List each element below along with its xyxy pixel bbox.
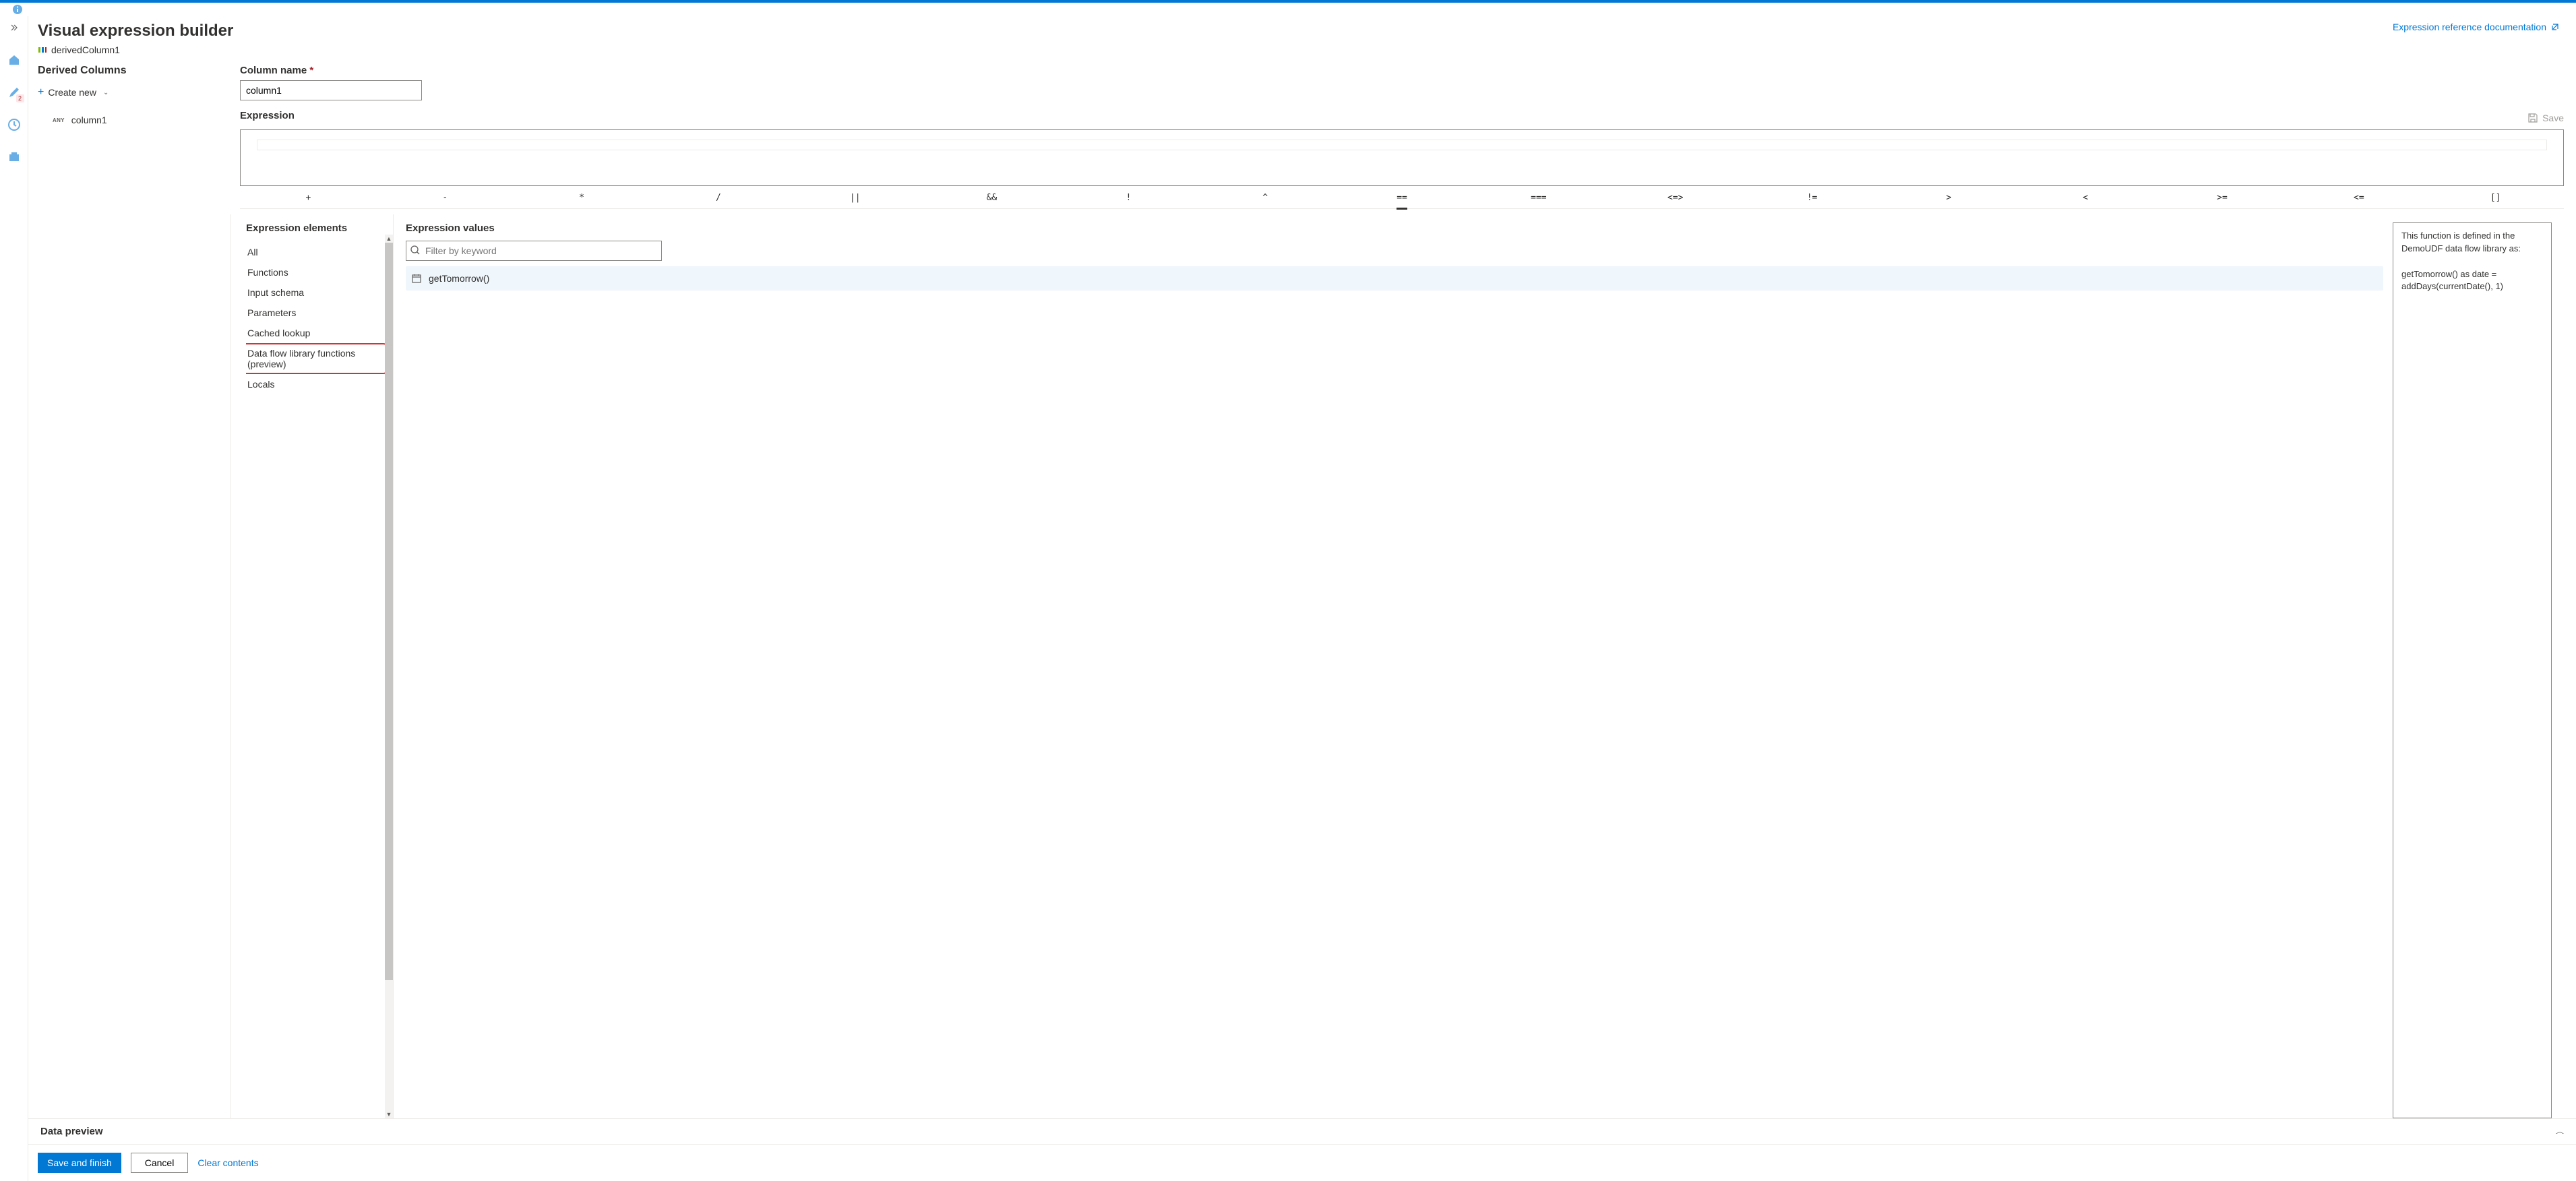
manage-icon[interactable] [5, 148, 23, 166]
expression-elements-panel: Expression elements AllFunctionsInput sc… [231, 214, 393, 1118]
data-preview-label: Data preview [40, 1126, 103, 1137]
operator-button[interactable]: + [240, 189, 377, 207]
element-category-item[interactable]: All [246, 242, 388, 262]
expression-values-heading: Expression values [406, 222, 2383, 234]
transformation-name: derivedColumn1 [51, 44, 120, 55]
elements-scrollbar[interactable]: ▲ ▼ [385, 235, 393, 1118]
transformation-breadcrumb: derivedColumn1 [38, 44, 233, 55]
scroll-down-arrow-icon[interactable]: ▼ [385, 1110, 393, 1118]
edit-badge: 2 [16, 94, 24, 102]
expression-editor[interactable] [240, 129, 2564, 186]
operator-button[interactable]: === [1470, 189, 1607, 207]
operator-button[interactable]: > [1880, 189, 2017, 207]
function-name: getTomorrow() [429, 273, 489, 284]
pane-splitter[interactable] [240, 208, 2564, 209]
save-icon [2527, 113, 2538, 123]
derived-column-item[interactable]: ANY column1 [38, 112, 233, 128]
function-item[interactable]: getTomorrow() [406, 266, 2383, 291]
element-category-item[interactable]: Parameters [246, 303, 388, 323]
page-title: Visual expression builder [38, 22, 233, 40]
expression-label: Expression [240, 110, 295, 121]
info-strip [0, 3, 2576, 16]
expression-elements-heading: Expression elements [246, 222, 388, 234]
element-category-item[interactable]: Input schema [246, 282, 388, 303]
external-link-icon [2550, 22, 2560, 32]
operator-button[interactable]: || [787, 189, 923, 207]
column-name-input[interactable] [240, 80, 422, 100]
info-icon[interactable] [12, 4, 23, 15]
operator-button[interactable]: != [1744, 189, 1880, 207]
element-category-item[interactable]: Cached lookup [246, 323, 388, 343]
expression-form: Column name * Expression Save +-*/||&&!^… [240, 65, 2576, 1118]
create-new-button[interactable]: + Create new ⌄ [38, 85, 233, 100]
main-content: Visual expression builder derivedColumn1… [28, 16, 2576, 1181]
chevron-down-icon: ⌄ [103, 89, 109, 96]
nav-sidebar: 2 [0, 16, 28, 1181]
monitor-icon[interactable] [5, 116, 23, 133]
operator-button[interactable]: <=> [1607, 189, 1744, 207]
cancel-button[interactable]: Cancel [131, 1153, 189, 1173]
page-header: Visual expression builder derivedColumn1… [28, 16, 2576, 58]
column-name-label: column1 [71, 115, 107, 125]
operator-button[interactable]: >= [2154, 189, 2291, 207]
values-filter-input[interactable] [406, 241, 662, 261]
operator-button[interactable]: ! [1060, 189, 1197, 207]
operator-button[interactable]: [] [2427, 189, 2564, 207]
operator-button[interactable]: && [923, 189, 1060, 207]
documentation-link[interactable]: Expression reference documentation [2393, 22, 2560, 32]
search-icon [410, 245, 421, 255]
scroll-up-arrow-icon[interactable]: ▲ [385, 235, 393, 243]
derived-column-icon [38, 45, 47, 55]
operator-button[interactable]: <= [2290, 189, 2427, 207]
footer-actions: Save and finish Cancel Clear contents [28, 1144, 2576, 1181]
save-label: Save [2542, 113, 2564, 123]
documentation-link-label: Expression reference documentation [2393, 22, 2546, 32]
save-and-finish-button[interactable]: Save and finish [38, 1153, 121, 1173]
element-category-item[interactable]: Data flow library functions (preview) [246, 343, 388, 374]
element-category-item[interactable]: Locals [246, 374, 388, 394]
element-category-item[interactable]: Functions [246, 262, 388, 282]
operator-button[interactable]: / [650, 189, 787, 207]
sidebar-expand-button[interactable] [5, 19, 23, 36]
operator-button[interactable]: < [2017, 189, 2154, 207]
chevron-up-icon[interactable]: ︿ [2556, 1128, 2564, 1136]
derived-columns-heading: Derived Columns [38, 65, 233, 77]
operator-button[interactable]: - [377, 189, 514, 207]
operator-button[interactable]: * [514, 189, 650, 207]
column-name-label-header: Column name * [240, 65, 2564, 76]
calendar-icon [411, 273, 422, 284]
expression-values-panel: Expression values getTomorrow() This fun… [393, 214, 2564, 1118]
derived-columns-panel: Derived Columns + Create new ⌄ ANY colum… [38, 65, 240, 1118]
scrollbar-thumb[interactable] [385, 243, 393, 980]
column-type-badge: ANY [53, 117, 65, 123]
clear-contents-link[interactable]: Clear contents [197, 1157, 258, 1168]
data-preview-bar[interactable]: Data preview ︿ [28, 1118, 2576, 1144]
function-description: This function is defined in the DemoUDF … [2393, 222, 2552, 1118]
create-new-label: Create new [48, 87, 96, 98]
operator-button[interactable]: == [1334, 189, 1471, 207]
home-icon[interactable] [5, 51, 23, 69]
plus-icon: + [38, 86, 44, 98]
operator-button[interactable]: ^ [1197, 189, 1334, 207]
save-expression-button[interactable]: Save [2527, 113, 2564, 123]
operator-toolbar: +-*/||&&!^=====<=>!=><>=<=[] [240, 189, 2564, 207]
author-icon[interactable]: 2 [5, 84, 23, 101]
